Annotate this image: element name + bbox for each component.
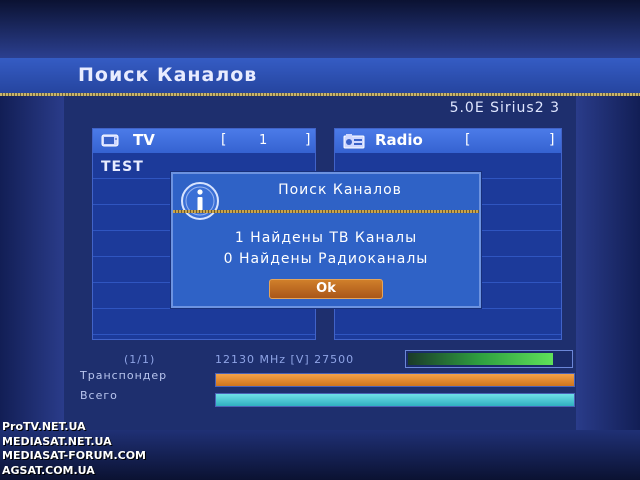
signal-meter: [405, 350, 573, 368]
dialog-divider: [173, 210, 479, 213]
transponder-frequency: 12130 MHz [V] 27500: [215, 353, 355, 366]
watermark-line: MEDIASAT.NET.UA: [2, 434, 112, 448]
transponder-progress-fill: [216, 374, 574, 386]
radio-icon: [343, 133, 365, 149]
title-divider: [0, 93, 640, 96]
tv-bracket-close: ]: [305, 132, 311, 148]
tv-icon: [101, 133, 119, 147]
dialog-title: Поиск Каналов: [278, 182, 402, 198]
tv-panel-label: TV: [133, 131, 155, 149]
search-result-dialog: Поиск Каналов 1 Найдены ТВ Каналы 0 Найд…: [171, 172, 481, 308]
satellite-name: 5.0E Sirius2 3: [449, 100, 560, 116]
radio-panel-header: Radio [ ]: [335, 129, 561, 153]
right-background: [576, 58, 640, 430]
watermark-line: MEDIASAT-FORUM.COM: [2, 449, 146, 462]
radio-panel-label: Radio: [375, 131, 423, 149]
watermark-line: AGSAT.COM.UA: [2, 463, 95, 477]
ok-button[interactable]: Ok: [269, 279, 383, 299]
top-background: [0, 0, 640, 58]
signal-meter-fill: [408, 353, 554, 365]
watermark: ProTV.NET.UA MEDIASAT.NET.UA MEDIASAT-FO…: [2, 420, 146, 478]
radio-bracket-close: ]: [549, 132, 555, 148]
total-label: Всего: [80, 389, 118, 402]
tv-panel-header: TV [ 1 ]: [93, 129, 315, 153]
watermark-line: ProTV.NET.UA: [2, 420, 86, 433]
total-progress-fill: [216, 394, 574, 406]
list-item[interactable]: TEST: [101, 159, 144, 175]
transponder-label: Транспондер: [80, 369, 168, 382]
tv-channel-count: 1: [259, 133, 268, 148]
transponder-index: (1/1): [124, 353, 156, 366]
radio-found-message: 0 Найдены Радиоканалы: [223, 251, 429, 267]
tv-found-message: 1 Найдены ТВ Каналы: [234, 230, 418, 246]
total-progress-bar: [215, 393, 575, 407]
tv-bracket-open: [: [221, 132, 227, 148]
left-background: [0, 58, 64, 430]
radio-bracket-open: [: [465, 132, 471, 148]
page-title: Поиск Каналов: [78, 64, 258, 86]
transponder-progress-bar: [215, 373, 575, 387]
